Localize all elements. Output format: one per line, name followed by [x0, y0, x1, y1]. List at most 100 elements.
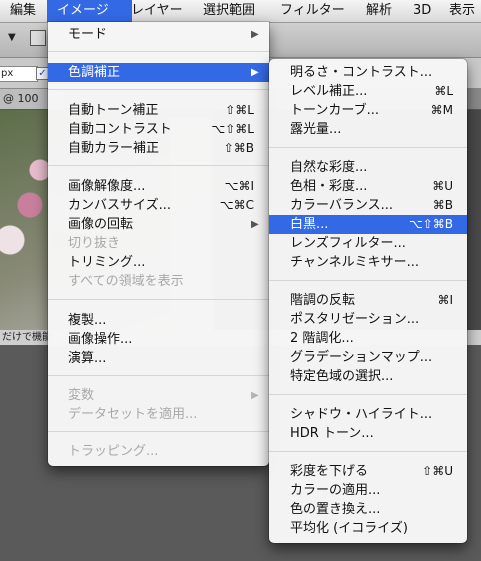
menu-item-adjustments[interactable]: 色調補正 ▶: [48, 63, 269, 82]
shortcut: ⌘M: [430, 103, 453, 117]
menu-item-label: 自然な彩度...: [290, 160, 368, 175]
menu-item-channel-mixer[interactable]: チャンネルミキサー...: [269, 253, 467, 272]
menu-item-hue-saturation[interactable]: 色相・彩度... ⌘U: [269, 177, 467, 196]
menu-item-label: 露光量...: [290, 122, 342, 137]
menu-item-desaturate[interactable]: 彩度を下げる ⇧⌘U: [269, 462, 467, 481]
menu-item-label: 自動カラー補正: [68, 141, 160, 156]
menu-item-label: グラデーションマップ...: [290, 350, 433, 365]
menu-item-label: 画像操作...: [68, 332, 133, 347]
menu-item-label: 白黒...: [290, 217, 329, 232]
menu-item-replace-color[interactable]: 色の置き換え...: [269, 500, 467, 519]
menu-item-canvas-size[interactable]: カンバスサイズ... ⌥⌘C: [48, 196, 269, 215]
adjustments-submenu: 明るさ・コントラスト... レベル補正... ⌘L トーンカーブ... ⌘M 露…: [269, 59, 467, 543]
menu-item-label: 色の置き換え...: [290, 502, 381, 517]
image-menu: モード ▶ 色調補正 ▶ 自動トーン補正 ⇧⌘L 自動コントラスト ⌥⇧⌘L 自…: [48, 22, 269, 466]
menu-item-variables: 変数 ▶: [48, 386, 269, 405]
menu-item-levels[interactable]: レベル補正... ⌘L: [269, 82, 467, 101]
menu-item-shadows-highlights[interactable]: シャドウ・ハイライト...: [269, 405, 467, 424]
menu-item-label: 2 階調化...: [290, 331, 354, 346]
shortcut: ⌘U: [432, 179, 453, 193]
menu-item-label: トーンカーブ...: [290, 103, 379, 118]
submenu-arrow-icon: ▶: [251, 29, 259, 40]
shortcut: ⇧⌘B: [223, 141, 254, 155]
menu-item-vibrance[interactable]: 自然な彩度...: [269, 158, 467, 177]
menu-item-auto-color[interactable]: 自動カラー補正 ⇧⌘B: [48, 139, 269, 158]
menu-item-auto-contrast[interactable]: 自動コントラスト ⌥⇧⌘L: [48, 120, 269, 139]
menu-item-hdr-toning[interactable]: HDR トーン...: [269, 424, 467, 443]
menu-item-duplicate[interactable]: 複製...: [48, 311, 269, 330]
submenu-arrow-icon: ▶: [251, 67, 259, 78]
menu-item-black-white[interactable]: 白黒... ⌥⇧⌘B: [269, 215, 467, 234]
menu-bar: 編集 イメージ レイヤー 選択範囲 フィルター 解析 3D 表示: [0, 0, 481, 23]
separator: [269, 451, 467, 452]
menu-item-label: モード: [68, 27, 108, 42]
menu-item-rotate[interactable]: 画像の回転 ▶: [48, 215, 269, 234]
menu-item-label: 明るさ・コントラスト...: [290, 65, 433, 80]
shortcut: ⌘I: [437, 293, 453, 307]
menu-item-color-balance[interactable]: カラーバランス... ⌘B: [269, 196, 467, 215]
menu-item-label: 平均化 (イコライズ): [290, 521, 408, 536]
menu-item-label: 変数: [68, 388, 95, 403]
menu-item-label: チャンネルミキサー...: [290, 255, 420, 270]
menu-item-threshold[interactable]: 2 階調化...: [269, 329, 467, 348]
menu-select[interactable]: 選択範囲: [203, 0, 267, 22]
menu-item-image-size[interactable]: 画像解像度... ⌥⌘I: [48, 177, 269, 196]
shortcut: ⌥⌘I: [224, 179, 254, 193]
menu-item-label: 画像解像度...: [68, 179, 146, 194]
menu-item-equalize[interactable]: 平均化 (イコライズ): [269, 519, 467, 538]
menu-item-selective-color[interactable]: 特定色域の選択...: [269, 367, 467, 386]
separator: [269, 147, 467, 148]
menu-filter[interactable]: フィルター: [280, 0, 354, 22]
menu-item-label: カラーバランス...: [290, 198, 394, 213]
menu-item-label: ポスタリゼーション...: [290, 312, 420, 327]
menu-item-exposure[interactable]: 露光量...: [269, 120, 467, 139]
menu-analysis[interactable]: 解析: [366, 0, 396, 22]
separator: [48, 375, 269, 376]
menu-item-apply-image[interactable]: 画像操作...: [48, 330, 269, 349]
separator: [48, 165, 269, 166]
menu-item-auto-tone[interactable]: 自動トーン補正 ⇧⌘L: [48, 101, 269, 120]
shortcut: ⌥⇧⌘B: [408, 217, 453, 231]
menu-item-gradient-map[interactable]: グラデーションマップ...: [269, 348, 467, 367]
menu-image[interactable]: イメージ: [47, 0, 132, 22]
status-text: だけで機能: [2, 332, 52, 343]
menu-item-reveal-all: すべての領域を表示: [48, 272, 269, 291]
separator: [269, 394, 467, 395]
menu-item-label: HDR トーン...: [290, 426, 374, 441]
menu-item-apply-data-set: データセットを適用...: [48, 405, 269, 424]
menu-item-invert[interactable]: 階調の反転 ⌘I: [269, 291, 467, 310]
menu-item-label: トリミング...: [68, 255, 146, 270]
menu-item-calculations[interactable]: 演算...: [48, 349, 269, 368]
shortcut: ⌥⇧⌘L: [211, 122, 254, 136]
menu-layer[interactable]: レイヤー: [131, 0, 191, 22]
tool-preset-icon[interactable]: [30, 30, 46, 46]
separator: [48, 51, 269, 52]
menu-edit[interactable]: 編集: [4, 0, 52, 22]
menu-item-label: シャドウ・ハイライト...: [290, 407, 433, 422]
size-field[interactable]: px: [0, 66, 38, 82]
shortcut: ⌘L: [434, 84, 453, 98]
menu-item-label: 切り抜き: [68, 236, 121, 251]
menu-item-trap: トラッピング...: [48, 442, 269, 461]
submenu-arrow-icon: ▶: [251, 219, 259, 230]
menu-item-label: レンズフィルター...: [290, 236, 406, 251]
menu-item-label: 特定色域の選択...: [290, 369, 394, 384]
menu-item-label: トラッピング...: [68, 444, 159, 459]
menu-item-brightness-contrast[interactable]: 明るさ・コントラスト...: [269, 63, 467, 82]
menu-item-crop: 切り抜き: [48, 234, 269, 253]
menu-item-photo-filter[interactable]: レンズフィルター...: [269, 234, 467, 253]
submenu-arrow-icon: ▶: [251, 390, 259, 401]
menu-item-label: カンバスサイズ...: [68, 198, 172, 213]
menu-item-label: 演算...: [68, 351, 107, 366]
menu-item-label: すべての領域を表示: [68, 274, 184, 289]
menu-view[interactable]: 表示: [449, 0, 481, 22]
menu-item-posterize[interactable]: ポスタリゼーション...: [269, 310, 467, 329]
menu-item-match-color[interactable]: カラーの適用...: [269, 481, 467, 500]
menu-item-mode[interactable]: モード ▶: [48, 25, 269, 44]
menu-item-label: 階調の反転: [290, 293, 356, 308]
menu-3d[interactable]: 3D: [413, 0, 437, 22]
tool-dropdown-icon[interactable]: ▼: [8, 32, 16, 43]
menu-item-curves[interactable]: トーンカーブ... ⌘M: [269, 101, 467, 120]
separator: [48, 431, 269, 432]
menu-item-trim[interactable]: トリミング...: [48, 253, 269, 272]
